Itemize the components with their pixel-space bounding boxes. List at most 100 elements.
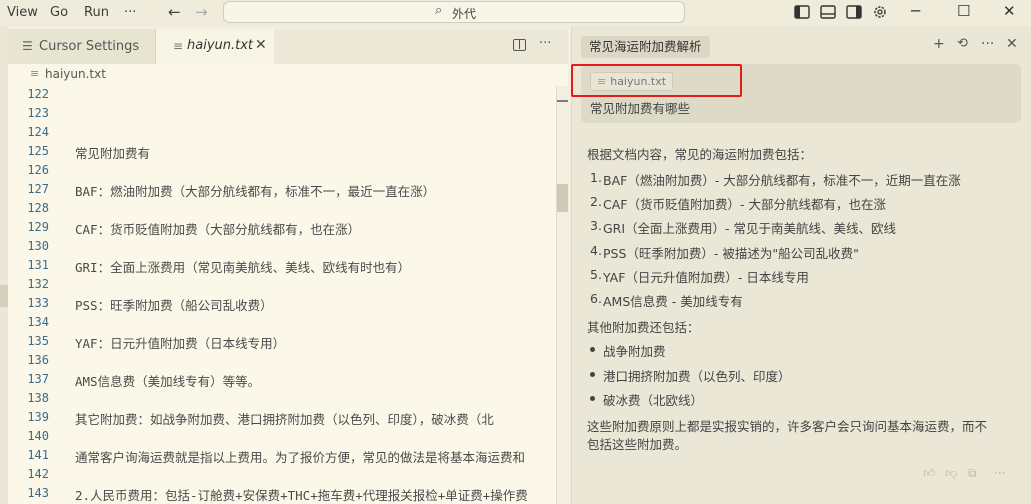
back-arrow-icon[interactable]: ← xyxy=(168,3,181,21)
more-actions-icon[interactable]: ··· xyxy=(539,36,551,51)
line-number: 139 xyxy=(27,410,49,424)
tab-cursor-settings[interactable]: ☰ Cursor Settings xyxy=(8,29,156,64)
list-item: GRI（全面上涨费用）- 常见于南美航线、美线、欧线 xyxy=(603,221,897,236)
annotation-highlight-box xyxy=(571,64,742,97)
scrollbar-cursor-marker xyxy=(557,100,568,102)
activity-bar xyxy=(0,26,8,504)
line-number: 141 xyxy=(27,448,49,462)
list-item: PSS（旺季附加费）- 被描述为"船公司乱收费" xyxy=(603,246,859,261)
editor-line: 133 PSS：旺季附加费（船公司乱收费） xyxy=(8,295,568,314)
new-chat-plus-icon[interactable]: + xyxy=(933,36,945,52)
close-window-icon[interactable]: ✕ xyxy=(1003,2,1016,20)
line-number: 127 xyxy=(27,182,49,196)
editor-line: 125 常见附加费有 xyxy=(8,143,568,162)
forward-arrow-icon[interactable]: → xyxy=(195,3,208,21)
line-text: AMS信息费（美加线专有）等等。 xyxy=(75,374,261,389)
thumbs-down-icon[interactable]: 👎︎ xyxy=(945,466,957,481)
editor-line: 123 xyxy=(8,105,568,124)
bullet-dot xyxy=(590,372,595,377)
toggle-primary-sidebar-icon[interactable] xyxy=(793,3,811,21)
settings-file-icon: ☰ xyxy=(22,39,33,53)
editor-line: 137 AMS信息费（美加线专有）等等。 xyxy=(8,371,568,390)
chat-tab-title[interactable]: 常见海运附加费解析 xyxy=(581,36,710,58)
editor-line: 128 xyxy=(8,200,568,219)
line-text: 通常客户询海运费就是指以上费用。为了报价方便，常见的做法是将基本海运费和 xyxy=(75,450,526,465)
text-file-icon: ≡ xyxy=(173,39,184,53)
list-number: 2. xyxy=(590,194,602,209)
bullet-item: 破冰费（北欧线） xyxy=(603,393,704,408)
split-editor-icon[interactable] xyxy=(513,39,526,51)
editor-line: 126 xyxy=(8,162,568,181)
closing-text-line: 包括这些附加费。 xyxy=(587,437,688,452)
text-file-icon: ≡ xyxy=(30,67,40,80)
line-number: 132 xyxy=(27,277,49,291)
line-text: 其它附加费：如战争附加费、港口拥挤附加费（以色列、印度），破冰费（北 xyxy=(75,412,494,427)
list-item: AMS信息费 - 美加线专有 xyxy=(603,294,743,309)
line-text: GRI：全面上涨费用（常见南美航线、美线、欧线有时也有） xyxy=(75,260,411,275)
scrollbar-thumb[interactable] xyxy=(557,184,568,212)
editor-line: 134 xyxy=(8,314,568,333)
tab-haiyun-txt[interactable]: ≡ haiyun.txt ✕ xyxy=(156,29,274,64)
line-number: 142 xyxy=(27,467,49,481)
maximize-icon[interactable]: ☐ xyxy=(957,2,970,20)
settings-gear-icon[interactable] xyxy=(871,3,889,21)
line-number: 128 xyxy=(27,201,49,215)
list-number: 1. xyxy=(590,170,602,185)
more-options-icon[interactable]: ··· xyxy=(981,36,994,52)
list-number: 4. xyxy=(590,243,602,258)
line-number: 137 xyxy=(27,372,49,386)
text-editor[interactable]: 122 123 124 125 常见附加费有 126 127 BAF：燃油附加费（大… xyxy=(8,86,568,504)
tab-label: haiyun.txt xyxy=(187,38,254,53)
list-item: BAF（燃油附加费）- 大部分航线都有，标准不一，近期一直在涨 xyxy=(603,173,961,188)
line-text: 常见附加费有 xyxy=(75,146,151,161)
editor-line: 135 YAF：日元升值附加费（日本线专用） xyxy=(8,333,568,352)
message-more-icon[interactable]: ··· xyxy=(994,466,1005,480)
editor-line: 122 xyxy=(8,86,568,105)
tab-label: Cursor Settings xyxy=(39,39,140,54)
list-item: CAF（货币贬值附加费）- 大部分航线都有，也在涨 xyxy=(603,197,886,212)
line-text: YAF：日元升值附加费（日本线专用） xyxy=(75,336,286,351)
line-number: 124 xyxy=(27,125,49,139)
line-number: 125 xyxy=(27,144,49,158)
close-tab-icon[interactable]: ✕ xyxy=(255,37,267,53)
line-number: 136 xyxy=(27,353,49,367)
breadcrumb: ≡ haiyun.txt xyxy=(8,64,568,86)
menu-go[interactable]: Go xyxy=(50,5,68,20)
editor-line: 127 BAF：燃油附加费（大部分航线都有，标准不一，最近一直在涨） xyxy=(8,181,568,200)
copy-icon[interactable]: ⧉ xyxy=(968,466,977,481)
command-center-search[interactable]: ⌕ 外代 xyxy=(223,1,685,23)
editor-line: 124 xyxy=(8,124,568,143)
activity-bar-indicator xyxy=(0,285,8,307)
list-number: 5. xyxy=(590,267,602,282)
toggle-panel-icon[interactable] xyxy=(819,3,837,21)
breadcrumb-file[interactable]: haiyun.txt xyxy=(45,67,106,81)
editor-line: 132 xyxy=(8,276,568,295)
menu-more[interactable]: ··· xyxy=(124,5,136,20)
list-number: 6. xyxy=(590,291,602,306)
thumbs-up-icon[interactable]: 👍︎ xyxy=(923,466,936,481)
search-icon: ⌕ xyxy=(435,3,443,18)
line-text: 2.人民币费用：包括-订舱费+安保费+THC+拖车费+代理报关报检+单证费+操作… xyxy=(75,488,528,503)
line-number: 122 xyxy=(27,87,49,101)
editor-line: 140 xyxy=(8,428,568,447)
minimize-icon[interactable]: ─ xyxy=(911,2,920,20)
line-text: PSS：旺季附加费（船公司乱收费） xyxy=(75,298,273,313)
line-number: 131 xyxy=(27,258,49,272)
response-intro: 根据文档内容，常见的海运附加费包括： xyxy=(587,147,813,162)
menu-view[interactable]: View xyxy=(7,5,38,20)
list-number: 3. xyxy=(590,218,602,233)
toggle-secondary-sidebar-icon[interactable] xyxy=(845,3,863,21)
line-number: 143 xyxy=(27,486,49,500)
editor-line: 143 2.人民币费用：包括-订舱费+安保费+THC+拖车费+代理报关报检+单证费… xyxy=(8,485,568,504)
editor-line: 142 xyxy=(8,466,568,485)
closing-text-line: 这些附加费原则上都是实报实销的，许多客户会只询问基本海运费，而不 xyxy=(587,419,988,434)
history-icon[interactable]: ⟲ xyxy=(957,36,968,51)
menu-run[interactable]: Run xyxy=(84,5,109,20)
line-text: CAF：货币贬值附加费（大部分航线都有，也在涨） xyxy=(75,222,361,237)
close-panel-icon[interactable]: ✕ xyxy=(1006,36,1018,52)
line-text: BAF：燃油附加费（大部分航线都有，标准不一，最近一直在涨） xyxy=(75,184,436,199)
editor-line: 136 xyxy=(8,352,568,371)
line-number: 140 xyxy=(27,429,49,443)
bullet-item: 港口拥挤附加费（以色列、印度） xyxy=(603,369,791,384)
editor-scrollbar[interactable] xyxy=(556,86,568,504)
